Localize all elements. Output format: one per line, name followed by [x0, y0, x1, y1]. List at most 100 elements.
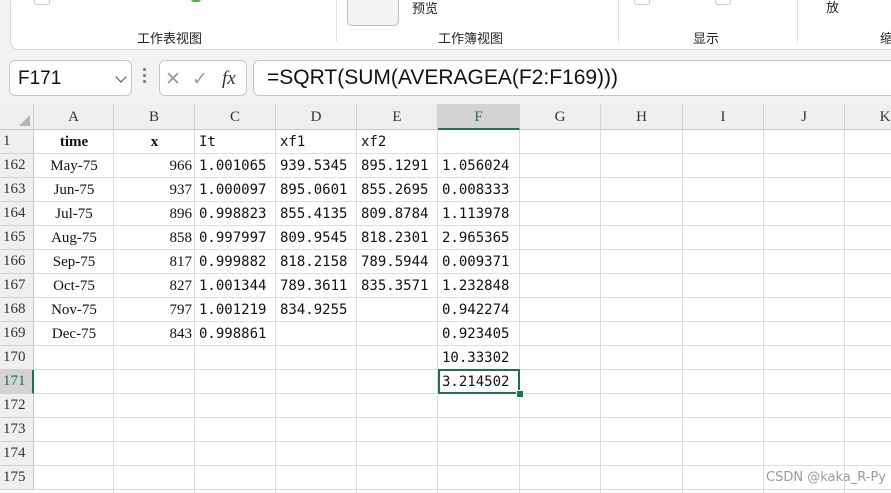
name-box[interactable]: F171: [9, 60, 132, 96]
column-header-c[interactable]: C: [195, 104, 276, 130]
header-cell-x[interactable]: x: [114, 130, 195, 154]
column-header-a[interactable]: A: [34, 104, 114, 130]
column-header-g[interactable]: G: [520, 104, 601, 130]
header-cell-xf1[interactable]: xf1: [280, 130, 357, 154]
value-cell[interactable]: 896: [114, 202, 195, 226]
row-header[interactable]: 166: [0, 250, 34, 274]
result-cell[interactable]: 2.965365: [442, 226, 520, 250]
preview-label[interactable]: 预览: [412, 0, 438, 17]
date-cell[interactable]: Dec-75: [34, 322, 114, 346]
date-cell[interactable]: Sep-75: [34, 250, 114, 274]
index-cell[interactable]: 0.997997: [199, 226, 276, 250]
date-cell[interactable]: Jul-75: [34, 202, 114, 226]
index-cell[interactable]: 1.001219: [199, 298, 276, 322]
value-cell[interactable]: 827: [114, 274, 195, 298]
row-header[interactable]: 167: [0, 274, 34, 298]
row-header[interactable]: 168: [0, 298, 34, 322]
forecast1-cell[interactable]: 895.0601: [280, 178, 357, 202]
forecast2-cell[interactable]: 895.1291: [361, 154, 438, 178]
spreadsheet-grid[interactable]: A B C D E F G H I J K 1 time x It xf1 xf2 162 May-75 966 1.0…: [0, 104, 891, 493]
forecast1-cell[interactable]: 939.5345: [280, 154, 357, 178]
header-cell-xf2[interactable]: xf2: [361, 130, 438, 154]
forecast1-cell[interactable]: 809.9545: [280, 226, 357, 250]
column-gridline: [600, 130, 601, 493]
index-cell[interactable]: 1.001065: [199, 154, 276, 178]
row-header[interactable]: 175: [0, 466, 34, 490]
insert-function-icon[interactable]: fx: [222, 68, 236, 90]
column-header-e[interactable]: E: [357, 104, 438, 130]
select-all-button[interactable]: [0, 104, 34, 130]
value-cell[interactable]: 966: [114, 154, 195, 178]
name-box-value: F171: [18, 68, 62, 89]
result-cell[interactable]: 10.33302: [442, 346, 520, 370]
result-cell[interactable]: 0.009371: [442, 250, 520, 274]
row-header[interactable]: 1: [0, 130, 34, 154]
row-header[interactable]: 162: [0, 154, 34, 178]
index-cell[interactable]: 0.999882: [199, 250, 276, 274]
result-cell[interactable]: 1.056024: [442, 154, 520, 178]
watermark: CSDN @kaka_R-Py: [766, 470, 886, 485]
preview-button[interactable]: [347, 0, 399, 26]
sheet-view-icon[interactable]: [34, 0, 50, 5]
value-cell[interactable]: 797: [114, 298, 195, 322]
header-cell-time[interactable]: time: [34, 130, 114, 154]
result-cell[interactable]: 1.113978: [442, 202, 520, 226]
index-cell[interactable]: 0.998861: [199, 322, 276, 346]
column-header-k[interactable]: K: [845, 104, 891, 130]
forecast2-cell[interactable]: 835.3571: [361, 274, 438, 298]
active-cell-selection[interactable]: [438, 369, 520, 394]
more-options-icon[interactable]: [143, 68, 147, 86]
column-gridline: [356, 130, 357, 493]
row-header[interactable]: 172: [0, 394, 34, 418]
column-header-d[interactable]: D: [276, 104, 357, 130]
row-header[interactable]: 171: [0, 370, 34, 394]
value-cell[interactable]: 858: [114, 226, 195, 250]
row-header[interactable]: 164: [0, 202, 34, 226]
forecast2-cell[interactable]: 789.5944: [361, 250, 438, 274]
row-header[interactable]: 165: [0, 226, 34, 250]
enter-icon[interactable]: ✓: [192, 68, 208, 90]
index-cell[interactable]: 1.000097: [199, 178, 276, 202]
date-cell[interactable]: Nov-75: [34, 298, 114, 322]
forecast2-cell[interactable]: 818.2301: [361, 226, 438, 250]
row-header[interactable]: 163: [0, 178, 34, 202]
index-cell[interactable]: 0.998823: [199, 202, 276, 226]
gridlines-checkbox-icon[interactable]: [634, 0, 650, 5]
row-header[interactable]: 170: [0, 346, 34, 370]
result-cell[interactable]: 0.008333: [442, 178, 520, 202]
value-cell[interactable]: 817: [114, 250, 195, 274]
forecast2-cell[interactable]: 809.8784: [361, 202, 438, 226]
date-cell[interactable]: Oct-75: [34, 274, 114, 298]
date-cell[interactable]: May-75: [34, 154, 114, 178]
close-icon[interactable]: [115, 0, 129, 4]
header-cell-it[interactable]: It: [199, 130, 276, 154]
forecast2-cell[interactable]: 855.2695: [361, 178, 438, 202]
value-cell[interactable]: 843: [114, 322, 195, 346]
ribbon-separator: [797, 0, 798, 42]
formula-input[interactable]: =SQRT(SUM(AVERAGEA(F2:F169))): [253, 60, 891, 96]
forecast1-cell[interactable]: 818.2158: [280, 250, 357, 274]
chevron-down-icon[interactable]: [115, 71, 127, 83]
row-header[interactable]: 173: [0, 418, 34, 442]
column-header-j[interactable]: J: [764, 104, 845, 130]
forecast1-cell[interactable]: 789.3611: [280, 274, 357, 298]
value-cell[interactable]: 937: [114, 178, 195, 202]
column-header-b[interactable]: B: [114, 104, 195, 130]
zoom-label[interactable]: 放: [826, 0, 839, 16]
forecast1-cell[interactable]: 855.4135: [280, 202, 357, 226]
fill-handle[interactable]: [516, 390, 524, 398]
forecast1-cell[interactable]: 834.9255: [280, 298, 357, 322]
date-cell[interactable]: Jun-75: [34, 178, 114, 202]
result-cell[interactable]: 0.942274: [442, 298, 520, 322]
date-cell[interactable]: Aug-75: [34, 226, 114, 250]
headings-checkbox-icon[interactable]: [715, 0, 731, 5]
column-header-f[interactable]: F: [438, 104, 520, 130]
result-cell[interactable]: 1.232848: [442, 274, 520, 298]
row-header[interactable]: 169: [0, 322, 34, 346]
cancel-icon[interactable]: ✕: [165, 68, 181, 90]
column-header-h[interactable]: H: [601, 104, 683, 130]
index-cell[interactable]: 1.001344: [199, 274, 276, 298]
row-header[interactable]: 174: [0, 442, 34, 466]
result-cell[interactable]: 0.923405: [442, 322, 520, 346]
column-header-i[interactable]: I: [683, 104, 764, 130]
